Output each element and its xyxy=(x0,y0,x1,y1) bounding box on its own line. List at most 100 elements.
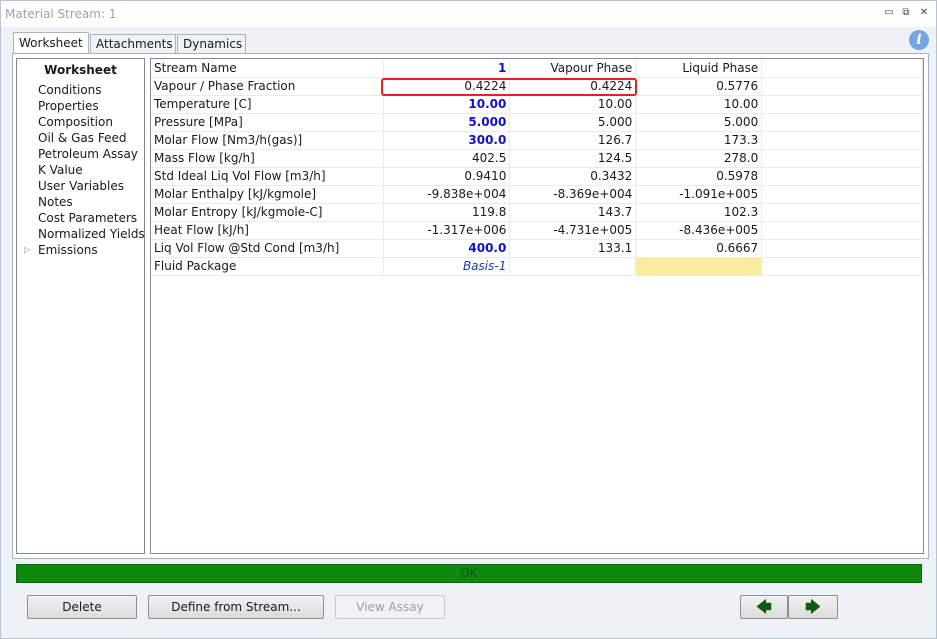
value-cell: -1.091e+005 xyxy=(635,185,763,204)
value-cell: 124.5 xyxy=(509,149,637,168)
liquid-fluid-package-cell[interactable] xyxy=(635,256,763,276)
nav-item-normalized-yields[interactable]: Normalized Yields xyxy=(38,226,145,242)
value-cell: 10.00 xyxy=(509,95,637,114)
restore-icon[interactable]: ⧉ xyxy=(900,7,912,19)
value-cell: 10.00 xyxy=(635,95,763,114)
nav-item-k-value[interactable]: K Value xyxy=(38,162,83,178)
vapour-phase-header: Vapour Phase xyxy=(509,59,637,78)
row-label: Pressure [MPa] xyxy=(151,113,385,132)
value-cell[interactable]: 119.8 xyxy=(383,203,511,222)
empty-cell xyxy=(761,257,923,276)
worksheet-panel: Worksheet Conditions Properties Composit… xyxy=(12,53,929,559)
worksheet-grid: Stream Name 1 Vapour Phase Liquid Phase … xyxy=(150,58,924,554)
minimize-icon[interactable]: ▭ xyxy=(883,7,895,19)
tab-attachments[interactable]: Attachments xyxy=(90,34,176,53)
next-button[interactable]: 🡆 xyxy=(788,595,838,619)
value-cell: 0.5978 xyxy=(635,167,763,186)
expand-arrow-icon[interactable]: ▷ xyxy=(24,242,30,258)
view-assay-button[interactable]: View Assay xyxy=(335,595,445,619)
table-row: Liq Vol Flow @Std Cond [m3/h] 400.0 133.… xyxy=(151,239,923,258)
row-label: Molar Enthalpy [kJ/kgmole] xyxy=(151,185,385,204)
value-cell: 173.3 xyxy=(635,131,763,150)
value-cell[interactable]: -9.838e+004 xyxy=(383,185,511,204)
nav-header: Worksheet xyxy=(44,63,117,77)
value-cell xyxy=(509,257,637,276)
nav-item-cost-parameters[interactable]: Cost Parameters xyxy=(38,210,137,226)
row-label: Heat Flow [kJ/h] xyxy=(151,221,385,240)
empty-cell xyxy=(761,239,923,258)
value-cell[interactable]: 10.00 xyxy=(383,95,511,114)
table-row: Vapour / Phase Fraction 0.4224 0.4224 0.… xyxy=(151,77,923,96)
nav-item-oil-gas-feed[interactable]: Oil & Gas Feed xyxy=(38,130,126,146)
info-icon[interactable]: i xyxy=(909,30,929,50)
value-cell: 0.3432 xyxy=(509,167,637,186)
empty-cell xyxy=(761,77,923,96)
delete-button[interactable]: Delete xyxy=(27,595,137,619)
previous-button[interactable]: 🡄 xyxy=(740,595,788,619)
empty-cell xyxy=(761,59,923,78)
table-row: Molar Enthalpy [kJ/kgmole] -9.838e+004 -… xyxy=(151,185,923,204)
tab-dynamics[interactable]: Dynamics xyxy=(177,34,246,53)
table-row: Stream Name 1 Vapour Phase Liquid Phase xyxy=(151,59,923,78)
fluid-package-cell[interactable]: Basis-1 xyxy=(383,257,511,276)
row-label: Liq Vol Flow @Std Cond [m3/h] xyxy=(151,239,385,258)
define-from-stream-button[interactable]: Define from Stream... xyxy=(148,595,324,619)
value-cell: 0.4224 xyxy=(509,77,637,96)
table-row: Heat Flow [kJ/h] -1.317e+006 -4.731e+005… xyxy=(151,221,923,240)
window-title: Material Stream: 1 xyxy=(5,7,117,21)
close-icon[interactable]: ✕ xyxy=(918,7,930,19)
value-cell: 5.000 xyxy=(635,113,763,132)
value-cell[interactable]: -1.317e+006 xyxy=(383,221,511,240)
value-cell: 143.7 xyxy=(509,203,637,222)
value-cell: 278.0 xyxy=(635,149,763,168)
value-cell[interactable]: 0.9410 xyxy=(383,167,511,186)
row-label: Std Ideal Liq Vol Flow [m3/h] xyxy=(151,167,385,186)
conditions-table: Stream Name 1 Vapour Phase Liquid Phase … xyxy=(151,59,923,276)
status-bar: OK xyxy=(16,564,922,583)
row-label: Molar Entropy [kJ/kgmole-C] xyxy=(151,203,385,222)
nav-item-petroleum-assay[interactable]: Petroleum Assay xyxy=(38,146,138,162)
value-cell: -8.436e+005 xyxy=(635,221,763,240)
value-cell: -8.369e+004 xyxy=(509,185,637,204)
value-cell[interactable]: 400.0 xyxy=(383,239,511,258)
empty-cell xyxy=(761,113,923,132)
nav-item-properties[interactable]: Properties xyxy=(38,98,99,114)
value-cell[interactable]: 5.000 xyxy=(383,113,511,132)
row-label: Stream Name xyxy=(151,59,385,78)
table-row: Std Ideal Liq Vol Flow [m3/h] 0.9410 0.3… xyxy=(151,167,923,186)
value-cell[interactable]: 300.0 xyxy=(383,131,511,150)
value-cell: 5.000 xyxy=(509,113,637,132)
stream-name-cell[interactable]: 1 xyxy=(383,59,511,78)
row-label: Mass Flow [kg/h] xyxy=(151,149,385,168)
liquid-phase-header: Liquid Phase xyxy=(635,59,763,78)
table-row: Mass Flow [kg/h] 402.5 124.5 278.0 xyxy=(151,149,923,168)
empty-cell xyxy=(761,167,923,186)
empty-cell xyxy=(761,185,923,204)
table-row: Molar Flow [Nm3/h(gas)] 300.0 126.7 173.… xyxy=(151,131,923,150)
row-label: Fluid Package xyxy=(151,257,385,276)
value-cell[interactable]: 0.4224 xyxy=(383,77,511,96)
table-row: Fluid Package Basis-1 xyxy=(151,256,923,276)
empty-cell xyxy=(761,203,923,222)
empty-cell xyxy=(761,131,923,150)
empty-cell xyxy=(761,149,923,168)
nav-item-user-variables[interactable]: User Variables xyxy=(38,178,124,194)
value-cell: 133.1 xyxy=(509,239,637,258)
row-label: Temperature [C] xyxy=(151,95,385,114)
value-cell: 126.7 xyxy=(509,131,637,150)
tab-worksheet[interactable]: Worksheet xyxy=(13,32,89,54)
value-cell[interactable]: 402.5 xyxy=(383,149,511,168)
title-bar: Material Stream: 1 ▭ ⧉ ✕ xyxy=(1,1,936,27)
nav-item-emissions[interactable]: Emissions xyxy=(38,242,98,258)
table-row: Temperature [C] 10.00 10.00 10.00 xyxy=(151,95,923,114)
nav-item-conditions[interactable]: Conditions xyxy=(38,82,102,98)
value-cell: 0.5776 xyxy=(635,77,763,96)
nav-item-composition[interactable]: Composition xyxy=(38,114,113,130)
arrow-right-icon: 🡆 xyxy=(805,598,821,616)
row-label: Molar Flow [Nm3/h(gas)] xyxy=(151,131,385,150)
arrow-left-icon: 🡄 xyxy=(756,598,772,616)
nav-item-notes[interactable]: Notes xyxy=(38,194,73,210)
row-label: Vapour / Phase Fraction xyxy=(151,77,385,96)
empty-cell xyxy=(761,95,923,114)
table-row: Molar Entropy [kJ/kgmole-C] 119.8 143.7 … xyxy=(151,203,923,222)
